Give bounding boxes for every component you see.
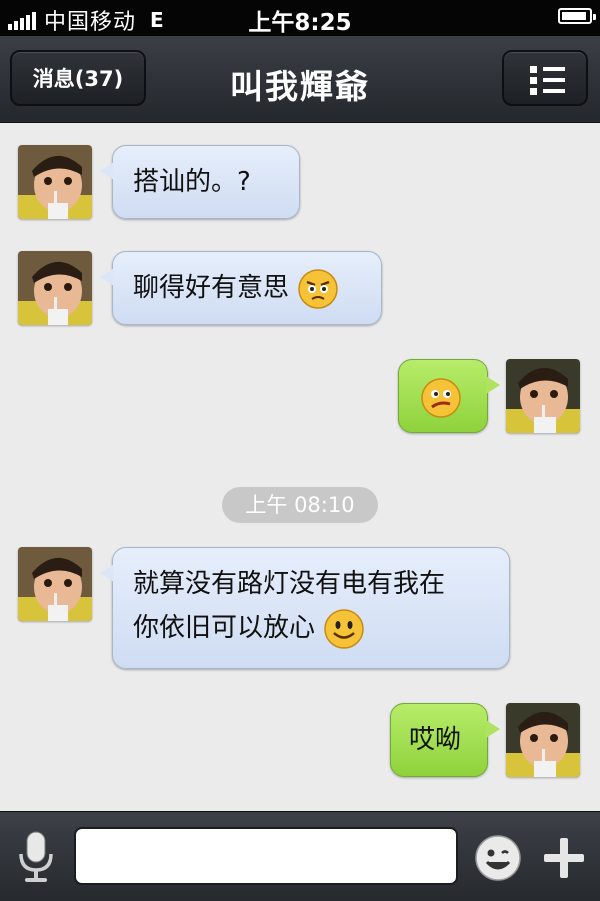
message-bubble-incoming[interactable]: 就算没有路灯没有电有我在 你依旧可以放心 <box>100 547 510 669</box>
voice-input-button[interactable] <box>14 830 58 884</box>
message-input[interactable] <box>74 827 458 885</box>
contact-avatar[interactable] <box>18 547 92 621</box>
message-text-line1: 就算没有路灯没有电有我在 <box>133 569 446 599</box>
message-bubble-incoming[interactable]: 搭讪的。? <box>100 145 300 219</box>
status-bar: 中国移动 E 上午8:25 <box>0 0 600 36</box>
message-timestamp: 上午 08:10 <box>222 487 378 523</box>
nav-bar: 消息(37) 叫我輝爺 <box>0 36 600 123</box>
smirking-face-emoji-icon <box>420 377 462 419</box>
message-bubble-outgoing[interactable]: 哎呦 <box>390 703 500 777</box>
chat-info-button[interactable] <box>502 50 588 106</box>
frowning-face-emoji-icon <box>297 268 339 310</box>
message-bubble-incoming[interactable]: 聊得好有意思 <box>100 251 382 325</box>
contact-avatar[interactable] <box>18 145 92 219</box>
message-bubble-outgoing[interactable] <box>398 359 500 433</box>
message-text: 搭讪的。? <box>133 167 251 197</box>
smiling-face-emoji-icon <box>323 608 365 650</box>
contact-avatar[interactable] <box>18 251 92 325</box>
message-text: 哎呦 <box>409 725 462 755</box>
smiley-icon <box>475 835 521 881</box>
battery-icon <box>558 8 596 24</box>
message-text: 聊得好有意思 <box>133 273 290 303</box>
microphone-icon <box>19 831 53 882</box>
my-avatar[interactable] <box>506 359 580 433</box>
input-bar <box>0 811 600 901</box>
more-options-button[interactable] <box>540 834 588 882</box>
message-text-line2: 你依旧可以放心 <box>133 613 316 643</box>
plus-icon <box>544 838 584 878</box>
status-time: 上午8:25 <box>248 10 352 36</box>
chat-history[interactable]: 搭讪的。? 聊得好有意思 上午 08:10 就算没有路灯没有电有我在 你依旧可以… <box>0 123 600 811</box>
emoji-button[interactable] <box>474 834 522 882</box>
my-avatar[interactable] <box>506 703 580 777</box>
